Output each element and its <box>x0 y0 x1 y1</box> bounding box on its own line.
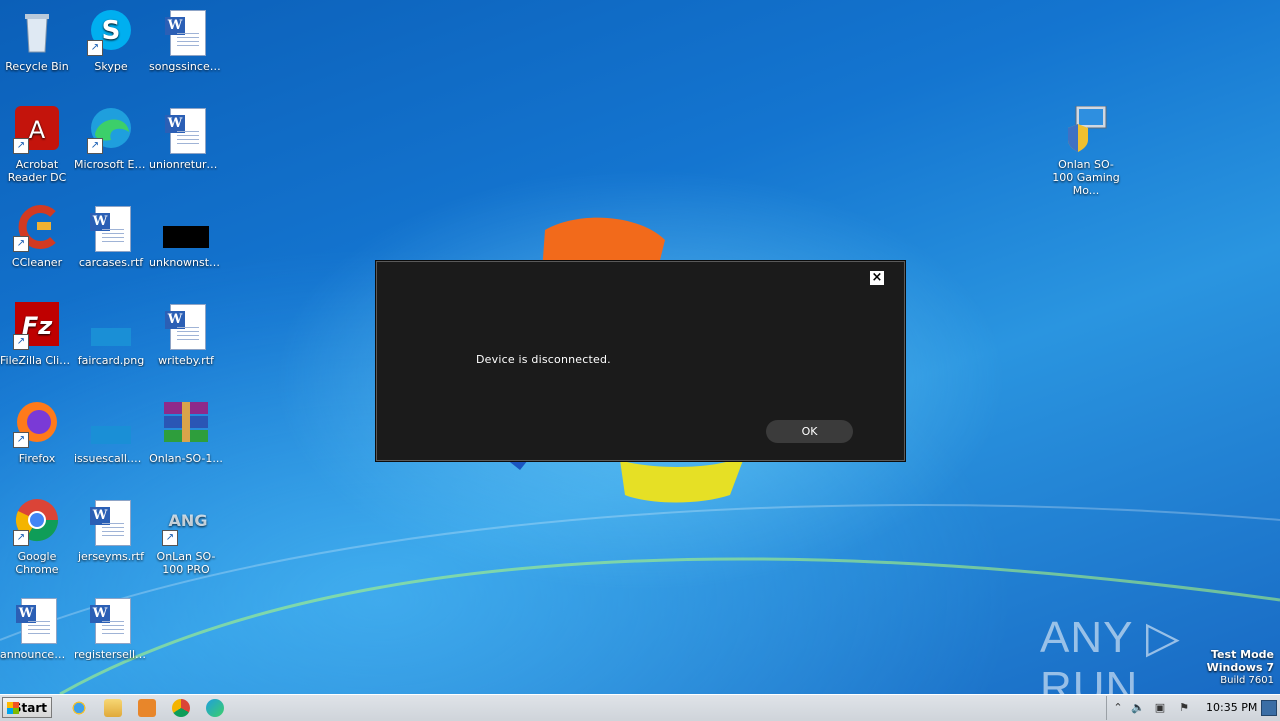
desktop-icon-jerseyms[interactable]: W jerseyms.rtf <box>74 498 148 563</box>
taskbar: Start ⌃ 🔈 ▣ ⚑ 10:35 PM <box>0 694 1280 721</box>
edge-icon: ↗ <box>87 106 135 154</box>
dialog-message: Device is disconnected. <box>476 353 611 366</box>
filezilla-icon: Fz ↗ <box>13 302 61 350</box>
onlan-icon: ANG ↗ <box>162 498 210 546</box>
desktop-icon-edge[interactable]: ↗ Microsoft Edge <box>74 106 148 171</box>
chrome-icon[interactable] <box>172 699 190 717</box>
desktop-icon-unknownsta[interactable]: unknownsta... <box>149 204 223 269</box>
image-file-icon <box>87 400 135 448</box>
icon-label: Recycle Bin <box>5 60 69 73</box>
word-doc-icon: W <box>87 204 135 252</box>
winrar-icon <box>162 400 210 448</box>
icon-label: Microsoft Edge <box>74 158 148 171</box>
ccleaner-icon: ↗ <box>13 204 61 252</box>
icon-label: issuescall.png <box>74 452 148 465</box>
desktop-icon-acrobat[interactable]: A ↗ Acrobat Reader DC <box>0 106 74 184</box>
show-hidden-icon[interactable]: ⌃ <box>1111 701 1125 715</box>
icon-label: Firefox <box>18 452 56 465</box>
windows-logo-icon <box>7 702 19 714</box>
acrobat-icon: A ↗ <box>13 106 61 154</box>
desktop-icon-recycle-bin[interactable]: Recycle Bin <box>0 8 74 73</box>
desktop-icon-ccleaner[interactable]: ↗ CCleaner <box>0 204 74 269</box>
ie-icon[interactable] <box>70 699 88 717</box>
shortcut-arrow-icon: ↗ <box>13 530 29 546</box>
desktop-icon-chrome[interactable]: ↗ Google Chrome <box>0 498 74 576</box>
desktop-icon-onlan-archive[interactable]: Onlan-SO-1... <box>149 400 223 465</box>
word-doc-icon: W <box>162 302 210 350</box>
word-doc-icon: W <box>162 8 210 56</box>
icon-label: songssince.rtf <box>149 60 223 73</box>
edge-icon[interactable] <box>206 699 224 717</box>
installer-icon <box>1062 105 1110 154</box>
icon-label: Onlan-SO-1... <box>149 452 223 465</box>
action-center-flag-icon[interactable]: ⚑ <box>1177 701 1191 715</box>
test-mode-notice: Test Mode Windows 7 Build 7601 <box>1207 648 1274 687</box>
close-button[interactable]: × <box>870 271 884 285</box>
icon-label: Onlan SO-100 Gaming Mo... <box>1052 158 1120 197</box>
icon-label: FileZilla Client <box>0 354 74 367</box>
chrome-icon: ↗ <box>13 498 61 546</box>
word-doc-icon: W <box>162 106 210 154</box>
build-line: Build 7601 <box>1220 675 1274 686</box>
shortcut-arrow-icon: ↗ <box>13 138 29 154</box>
desktop-icon-songssince[interactable]: W songssince.rtf <box>149 8 223 73</box>
shortcut-arrow-icon: ↗ <box>87 40 103 56</box>
svg-text:S: S <box>102 16 121 46</box>
system-tray: ⌃ 🔈 ▣ ⚑ 10:35 PM <box>1106 696 1280 720</box>
shortcut-arrow-icon: ↗ <box>87 138 103 154</box>
shortcut-arrow-icon: ↗ <box>13 432 29 448</box>
shortcut-arrow-icon: ↗ <box>13 334 29 350</box>
icon-label: announcem... <box>0 648 74 661</box>
icon-label: Skype <box>94 60 128 73</box>
media-player-icon[interactable] <box>138 699 156 717</box>
desktop-icon-registersell[interactable]: W registersell.rtf <box>74 596 148 661</box>
recycle-bin-icon <box>13 8 61 56</box>
word-doc-icon: W <box>87 596 135 644</box>
icon-label: CCleaner <box>11 256 63 269</box>
skype-icon: S ↗ <box>87 8 135 56</box>
icon-label: Google Chrome <box>15 550 59 576</box>
icon-label: jerseyms.rtf <box>77 550 144 563</box>
desktop-icon-faircard[interactable]: faircard.png <box>74 302 148 367</box>
firefox-icon: ↗ <box>13 400 61 448</box>
word-doc-icon: W <box>87 498 135 546</box>
icon-label: carcases.rtf <box>78 256 144 269</box>
image-file-icon <box>87 302 135 350</box>
show-desktop-button[interactable] <box>1261 700 1277 716</box>
os-name-line: Windows 7 <box>1206 661 1274 674</box>
test-mode-line: Test Mode <box>1211 648 1274 661</box>
clock[interactable]: 10:35 PM <box>1206 701 1257 714</box>
desktop-icon-issuescall[interactable]: issuescall.png <box>74 400 148 465</box>
volume-icon[interactable]: 🔈 <box>1131 701 1145 715</box>
desktop-icon-announcem[interactable]: W announcem... <box>0 596 74 661</box>
shortcut-arrow-icon: ↗ <box>13 236 29 252</box>
device-disconnected-dialog: × Device is disconnected. OK <box>376 261 905 461</box>
icon-label: unknownsta... <box>149 256 223 269</box>
icon-label: unionreturn.... <box>149 158 223 171</box>
network-icon[interactable]: ▣ <box>1153 701 1167 715</box>
desktop-icon-firefox[interactable]: ↗ Firefox <box>0 400 74 465</box>
desktop-icon-onlan-installer[interactable]: Onlan SO-100 Gaming Mo... <box>1049 105 1123 197</box>
desktop-icon-onlan-pro[interactable]: ANG ↗ OnLan SO-100 PRO <box>149 498 223 576</box>
desktop-icon-unionreturn[interactable]: W unionreturn.... <box>149 106 223 171</box>
start-button[interactable]: Start <box>2 697 52 718</box>
shortcut-arrow-icon: ↗ <box>162 530 178 546</box>
icon-label: registersell.rtf <box>74 648 148 661</box>
ok-button[interactable]: OK <box>766 420 853 443</box>
svg-text:ANG: ANG <box>169 511 208 530</box>
image-file-icon <box>162 204 210 252</box>
desktop-icon-skype[interactable]: S ↗ Skype <box>74 8 148 73</box>
svg-text:A: A <box>29 116 46 144</box>
desktop-icon-writeby[interactable]: W writeby.rtf <box>149 302 223 367</box>
icon-label: Acrobat Reader DC <box>7 158 67 184</box>
desktop-icon-carcases[interactable]: W carcases.rtf <box>74 204 148 269</box>
desktop-icon-filezilla[interactable]: Fz ↗ FileZilla Client <box>0 302 74 367</box>
icon-label: OnLan SO-100 PRO <box>156 550 216 576</box>
word-doc-icon: W <box>13 596 61 644</box>
icon-label: writeby.rtf <box>158 354 214 367</box>
explorer-icon[interactable] <box>104 699 122 717</box>
icon-label: faircard.png <box>77 354 145 367</box>
